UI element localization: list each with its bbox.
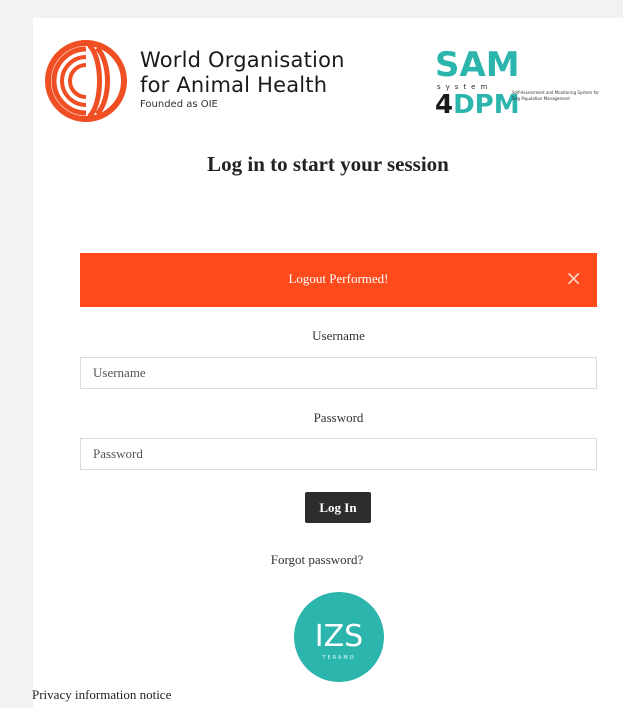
izs-logo-text: IZS	[315, 619, 363, 654]
password-label: Password	[313, 410, 364, 425]
password-input[interactable]	[80, 438, 597, 470]
sam-logo-caption: Self-Assessment and Monitoring System fo…	[512, 90, 600, 101]
privacy-notice-link[interactable]: Privacy information notice	[32, 687, 171, 703]
org-name-line2: for Animal Health	[140, 73, 328, 97]
username-input[interactable]	[80, 357, 597, 389]
page-title: Log in to start your session	[207, 152, 449, 176]
login-button[interactable]: Log In	[305, 492, 371, 523]
sam-logo-four: 4	[435, 90, 454, 120]
izs-logo-icon: IZS TERAMO	[294, 592, 384, 682]
username-label: Username	[312, 328, 365, 343]
izs-logo-subtext: TERAMO	[321, 655, 355, 661]
alert-message: Logout Performed!	[288, 271, 389, 286]
close-icon[interactable]: ×	[565, 266, 582, 290]
page: World Organisation for Animal Health Fou…	[0, 0, 623, 708]
org-name: World Organisation for Animal Health Fou…	[140, 48, 345, 110]
sam4dpm-logo: SAM system 4DPM Self-Assessment and Moni…	[435, 48, 610, 120]
org-founded-note: Founded as OIE	[140, 99, 218, 110]
forgot-password-link[interactable]: Forgot password?	[11, 552, 623, 568]
woah-logo-icon	[45, 40, 127, 122]
sam-logo-top: SAM	[435, 45, 520, 85]
sam-logo-dpm: DPM	[453, 90, 520, 120]
sam-logo-bottom: 4DPM	[435, 92, 520, 118]
org-name-line1: World Organisation	[140, 48, 345, 72]
logout-alert: Logout Performed! ×	[80, 253, 597, 307]
login-card: World Organisation for Animal Health Fou…	[33, 18, 623, 708]
